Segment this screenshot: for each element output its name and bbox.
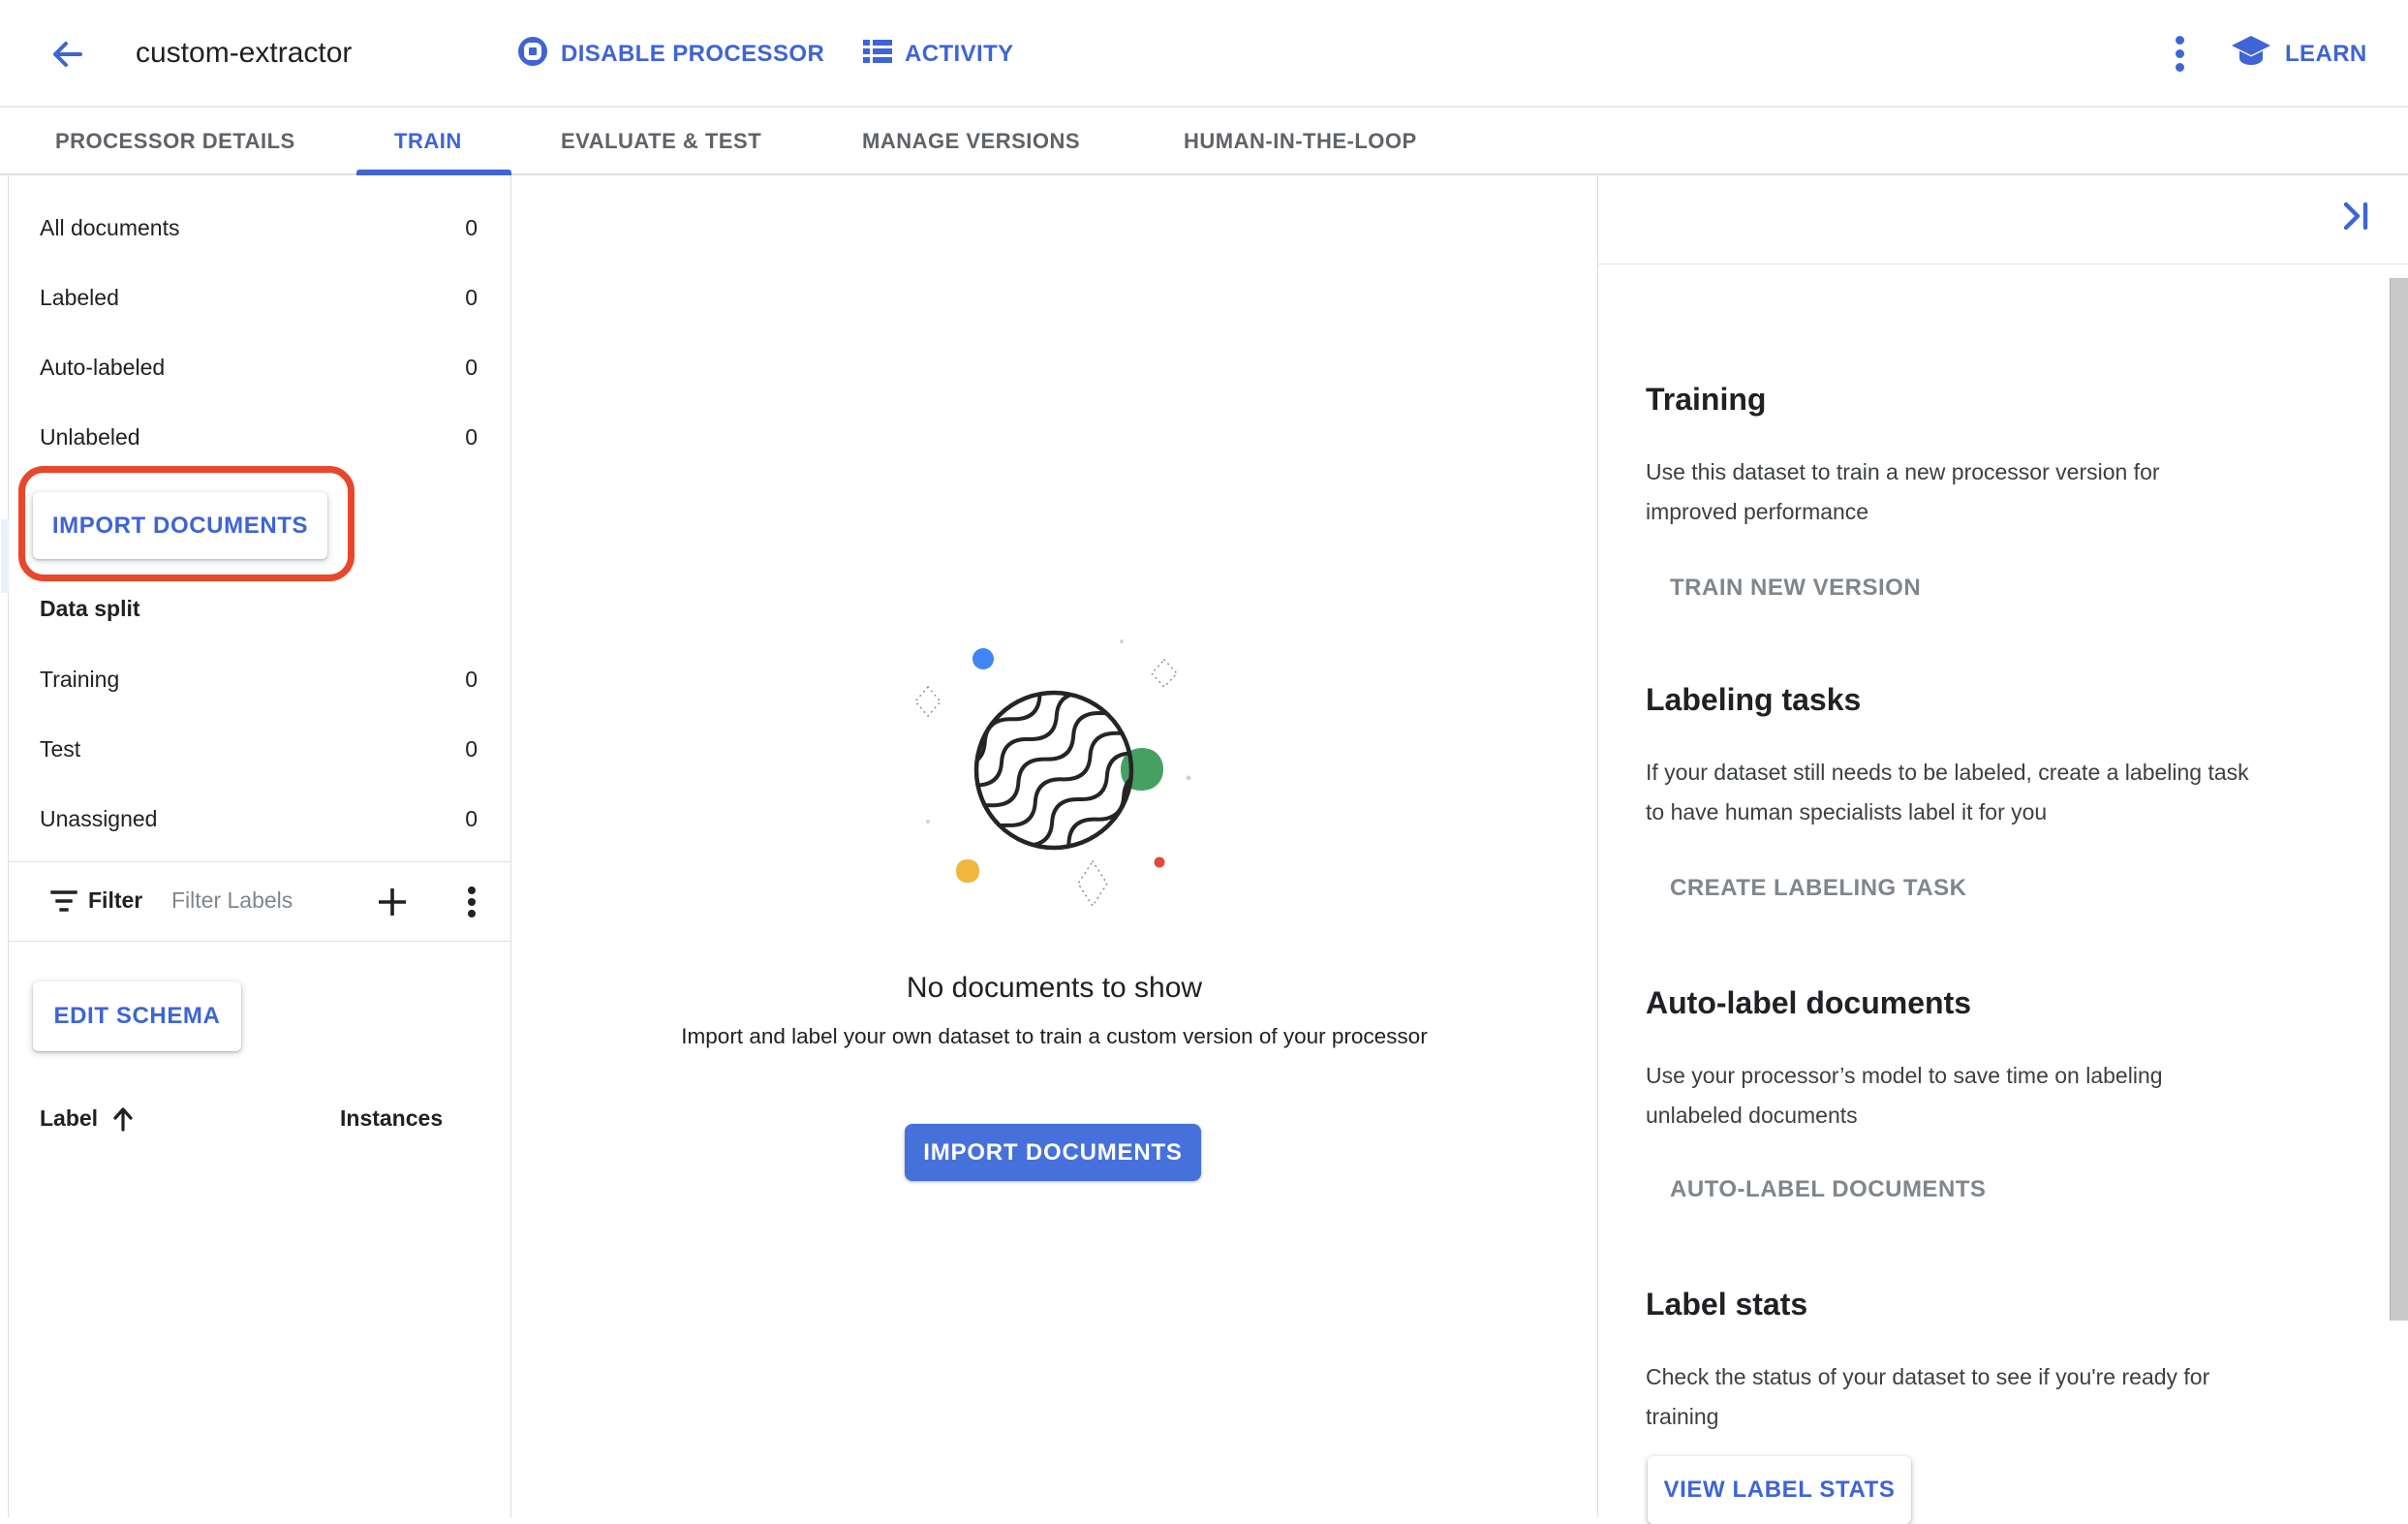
learn-label: LEARN xyxy=(2285,40,2367,67)
add-label-icon[interactable] xyxy=(375,885,410,919)
tab-manage-versions[interactable]: MANAGE VERSIONS xyxy=(862,108,1080,175)
row-label: Labeled xyxy=(40,284,119,310)
row-count: 0 xyxy=(465,666,478,692)
body-line: If your dataset still needs to be labele… xyxy=(1646,760,2249,785)
row-label: Unassigned xyxy=(40,805,158,831)
empty-state-illustration xyxy=(913,639,1191,908)
section-heading-label-stats: Label stats xyxy=(1646,1287,1808,1322)
tab-evaluate-test[interactable]: EVALUATE & TEST xyxy=(561,108,761,175)
actions-panel: Training Use this dataset to train a new… xyxy=(1597,175,2408,1524)
section-body-auto-label: Use your processor’s model to save time … xyxy=(1646,1056,2353,1135)
divider xyxy=(9,941,510,942)
section-body-labeling-tasks: If your dataset still needs to be labele… xyxy=(1646,753,2353,832)
empty-state-subtitle: Import and label your own dataset to tra… xyxy=(681,1024,1428,1048)
edit-schema-button[interactable]: EDIT SCHEMA xyxy=(33,981,241,1051)
list-item[interactable]: Training 0 xyxy=(9,644,510,714)
filter-labels-input[interactable]: Filter Labels xyxy=(171,887,293,914)
header-kebab-menu-icon[interactable] xyxy=(2170,0,2189,108)
disable-processor-label: DISABLE PROCESSOR xyxy=(561,40,825,67)
filter-icon xyxy=(49,888,78,918)
row-count: 0 xyxy=(465,284,478,310)
body-line: Use your processor’s model to save time … xyxy=(1646,1063,2163,1088)
create-labeling-task-button[interactable]: CREATE LABELING TASK xyxy=(1670,875,1966,902)
row-label: Training xyxy=(40,666,120,692)
collapse-panel-icon[interactable] xyxy=(2338,199,2377,237)
body-line: training xyxy=(1646,1404,1719,1429)
row-label: Unlabeled xyxy=(40,423,140,450)
instances-column-header: Instances xyxy=(340,1105,444,1131)
row-label: Test xyxy=(40,735,81,762)
view-label-stats-button[interactable]: VIEW LABEL STATS xyxy=(1648,1456,1911,1524)
row-count: 0 xyxy=(465,354,478,380)
tab-bar: PROCESSOR DETAILS TRAIN EVALUATE & TEST … xyxy=(0,108,2408,175)
list-item[interactable]: Auto-labeled 0 xyxy=(9,332,510,402)
app-header: custom-extractor DISABLE PROCESSOR ACTIV… xyxy=(0,0,2408,108)
learn-button[interactable]: LEARN xyxy=(2230,0,2367,108)
back-arrow-icon[interactable] xyxy=(48,35,87,74)
blue-blob xyxy=(972,648,994,669)
body-line: unlabeled documents xyxy=(1646,1103,1858,1128)
tab-train[interactable]: TRAIN xyxy=(394,108,462,175)
list-item[interactable]: Test 0 xyxy=(9,714,510,784)
section-heading-labeling-tasks: Labeling tasks xyxy=(1646,682,1862,717)
row-count: 0 xyxy=(465,805,478,831)
list-item[interactable]: Labeled 0 xyxy=(9,263,510,332)
scrollbar[interactable] xyxy=(2390,278,2408,1321)
body-line: to have human specialists label it for y… xyxy=(1646,799,2048,824)
row-label: Auto-labeled xyxy=(40,354,166,380)
row-count: 0 xyxy=(465,214,478,240)
label-column-header[interactable]: Label xyxy=(40,1105,135,1132)
list-item[interactable]: Unlabeled 0 xyxy=(9,402,510,472)
filter-kebab-menu-icon[interactable] xyxy=(462,879,481,925)
rail-highlight xyxy=(1,519,9,593)
row-count: 0 xyxy=(465,423,478,450)
activity-label: ACTIVITY xyxy=(905,40,1014,67)
section-body-label-stats: Check the status of your dataset to see … xyxy=(1646,1357,2353,1437)
train-new-version-button[interactable]: TRAIN NEW VERSION xyxy=(1670,575,1921,602)
list-icon xyxy=(863,38,892,70)
graduation-cap-icon xyxy=(2230,33,2272,75)
import-documents-primary-button[interactable]: IMPORT DOCUMENTS xyxy=(905,1124,1201,1181)
page-title: custom-extractor xyxy=(136,37,353,69)
sort-ascending-icon xyxy=(113,1106,133,1132)
body-line: improved performance xyxy=(1646,499,1869,524)
tab-human-in-the-loop[interactable]: HUMAN-IN-THE-LOOP xyxy=(1184,108,1417,175)
row-count: 0 xyxy=(465,735,478,762)
section-heading-training: Training xyxy=(1646,382,1767,417)
list-item[interactable]: All documents 0 xyxy=(9,193,510,263)
section-body-training: Use this dataset to train a new processo… xyxy=(1646,452,2353,532)
filter-label: Filter xyxy=(88,887,143,913)
label-column-text: Label xyxy=(40,1105,99,1131)
tab-processor-details[interactable]: PROCESSOR DETAILS xyxy=(55,108,295,175)
body-line: Check the status of your dataset to see … xyxy=(1646,1364,2210,1389)
list-item[interactable]: Unassigned 0 xyxy=(9,784,510,854)
stop-icon xyxy=(517,36,548,72)
row-label: All documents xyxy=(40,214,180,240)
filter-row: Filter Filter Labels xyxy=(9,861,510,941)
body-line: Use this dataset to train a new processo… xyxy=(1646,459,2160,484)
disable-processor-button[interactable]: DISABLE PROCESSOR xyxy=(517,0,824,108)
label-table-header: Label Instances xyxy=(9,1098,510,1146)
auto-label-documents-button[interactable]: AUTO-LABEL DOCUMENTS xyxy=(1670,1176,1986,1203)
empty-state-title: No documents to show xyxy=(906,972,1203,1004)
red-dot xyxy=(1154,856,1165,868)
data-split-heading: Data split xyxy=(40,596,140,621)
activity-button[interactable]: ACTIVITY xyxy=(863,0,1014,108)
yellow-blob xyxy=(956,859,979,883)
dataset-sidebar: All documents 0 Labeled 0 Auto-labeled 0… xyxy=(1,175,511,1517)
section-heading-auto-label: Auto-label documents xyxy=(1646,985,1972,1020)
import-documents-button[interactable]: IMPORT DOCUMENTS xyxy=(33,492,327,559)
